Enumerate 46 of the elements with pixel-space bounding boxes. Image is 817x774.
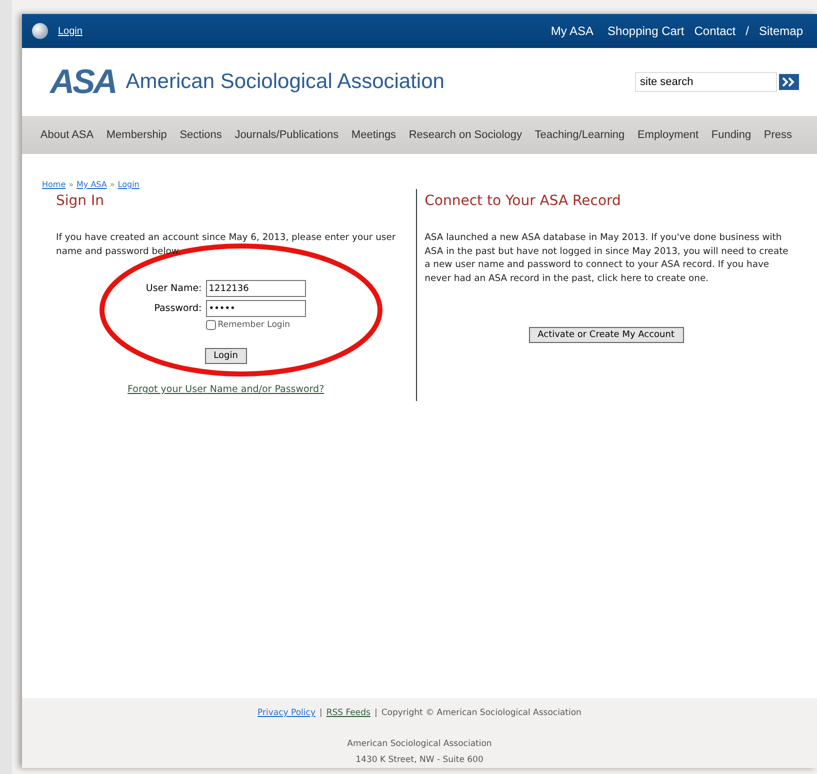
footer-link[interactable]: RSS Feeds: [326, 708, 370, 718]
nav-item[interactable]: Meetings: [345, 129, 402, 141]
top-link[interactable]: Contact: [694, 24, 736, 38]
nav-item[interactable]: Teaching/Learning: [528, 129, 632, 141]
nav-item[interactable]: Employment: [631, 129, 705, 141]
search-field[interactable]: site search: [635, 72, 777, 92]
top-link[interactable]: Shopping Cart: [608, 24, 684, 38]
address-line: 1430 K Street, NW - Suite 600: [356, 754, 484, 767]
breadcrumb-separator: »: [110, 180, 115, 189]
breadcrumb-link[interactable]: Login: [118, 180, 140, 189]
search-go-icon[interactable]: [779, 74, 799, 90]
top-link[interactable]: My ASA: [550, 24, 594, 38]
top-link[interactable]: Sitemap: [758, 24, 803, 38]
forgot-credentials-link[interactable]: Forgot your User Name and/or Password?: [56, 384, 396, 395]
nav-item[interactable]: Membership: [100, 129, 174, 141]
username-field[interactable]: 1212136: [206, 280, 306, 297]
breadcrumb-link[interactable]: Home: [42, 180, 66, 189]
separator-text: /: [746, 24, 749, 38]
nav-item[interactable]: Press: [758, 129, 798, 141]
remember-label: Remember Login: [218, 320, 290, 330]
site-name: American Sociological Association: [126, 70, 444, 94]
remember-checkbox[interactable]: [206, 320, 216, 330]
nav-item[interactable]: Journals/Publications: [228, 129, 346, 141]
username-label: User Name:: [146, 283, 202, 294]
asa-logo: ASA: [50, 62, 116, 102]
footer-separator: |: [374, 708, 378, 718]
connect-text: ASA launched a new ASA database in May 2013. If you've done business with ASA in the past but have not logged in since May 2013, you will need to create a new user name and password to connect to your ASA record. If you have never had an ASA record in the past, click here to create one.: [424, 231, 790, 285]
site-logo-icon: [32, 23, 48, 39]
password-label: Password:: [153, 303, 202, 314]
activate-account-button[interactable]: Activate or Create My Account: [528, 327, 684, 343]
login-button[interactable]: Login: [204, 348, 247, 364]
copyright-text: Copyright © American Sociological Association: [381, 708, 582, 718]
nav-item[interactable]: Funding: [704, 129, 758, 141]
sign-in-heading: Sign In: [56, 193, 105, 209]
footer-separator: |: [319, 708, 322, 718]
login-link[interactable]: Login: [58, 26, 82, 36]
footer-link[interactable]: Privacy Policy: [258, 708, 316, 718]
password-field[interactable]: •••••: [206, 300, 306, 317]
nav-item[interactable]: Research on Sociology: [402, 129, 528, 141]
address-line: American Sociological Association: [347, 738, 492, 751]
breadcrumb-separator: »: [68, 180, 74, 189]
connect-heading: Connect to Your ASA Record: [424, 193, 622, 209]
sign-in-intro: If you have created an account since May 6, 2013, please enter your user name and password below.: [56, 231, 396, 258]
nav-item[interactable]: About ASA: [34, 129, 100, 141]
nav-item[interactable]: Sections: [173, 129, 228, 141]
breadcrumb-link[interactable]: My ASA: [76, 180, 107, 189]
